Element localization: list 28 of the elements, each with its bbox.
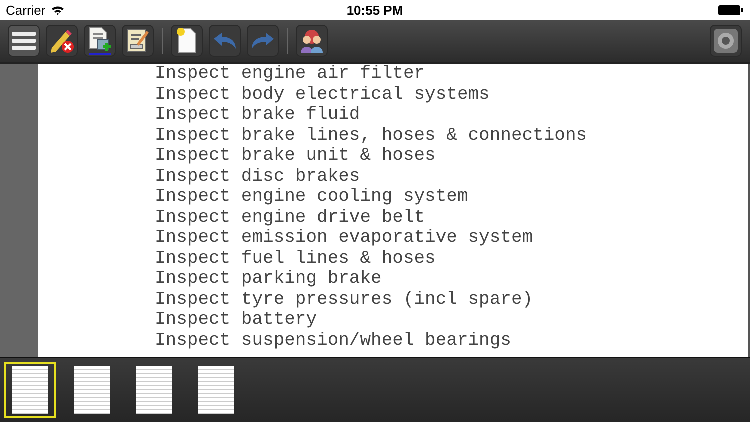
- document-line: Inspect body electrical systems: [155, 84, 491, 105]
- document-line: Inspect emission evaporative system: [155, 228, 534, 248]
- document-add-icon[interactable]: [84, 25, 116, 57]
- document-line: Inspect brake unit & hoses: [155, 146, 437, 166]
- document-line: Inspect engine air filter: [155, 64, 426, 84]
- pencil-delete-icon[interactable]: [46, 25, 78, 57]
- document-line: Inspect engine cooling system: [155, 187, 470, 208]
- document-line: Inspect tyre pressures (incl spare): [155, 290, 534, 310]
- document-line: Inspect brake lines, hoses & connections: [155, 126, 588, 146]
- wifi-icon: [50, 4, 65, 16]
- carrier-name: Carrier: [6, 2, 46, 18]
- document-line: Inspect parking brake: [155, 269, 383, 290]
- people-icon[interactable]: [296, 25, 328, 57]
- new-page-icon[interactable]: [171, 25, 203, 57]
- document-line: Inspect brake fluid: [155, 105, 362, 126]
- page-thumbnail[interactable]: [4, 362, 56, 418]
- document-line: Inspect disc brakes: [155, 166, 362, 187]
- settings-icon[interactable]: [710, 25, 742, 57]
- document-line: Inspect engine drive belt: [155, 208, 426, 228]
- document-edit-icon[interactable]: [122, 25, 154, 57]
- clock-time: 10:55 PM: [346, 2, 404, 18]
- undo-icon[interactable]: [209, 25, 241, 57]
- document-line: Inspect suspension/wheel bearings: [155, 330, 512, 351]
- document-line: Inspect fuel lines & hoses: [155, 248, 437, 269]
- battery-icon: [718, 4, 744, 16]
- document-line: Inspect battery: [155, 310, 318, 330]
- redo-icon[interactable]: [247, 25, 279, 57]
- menu-button[interactable]: [8, 25, 40, 57]
